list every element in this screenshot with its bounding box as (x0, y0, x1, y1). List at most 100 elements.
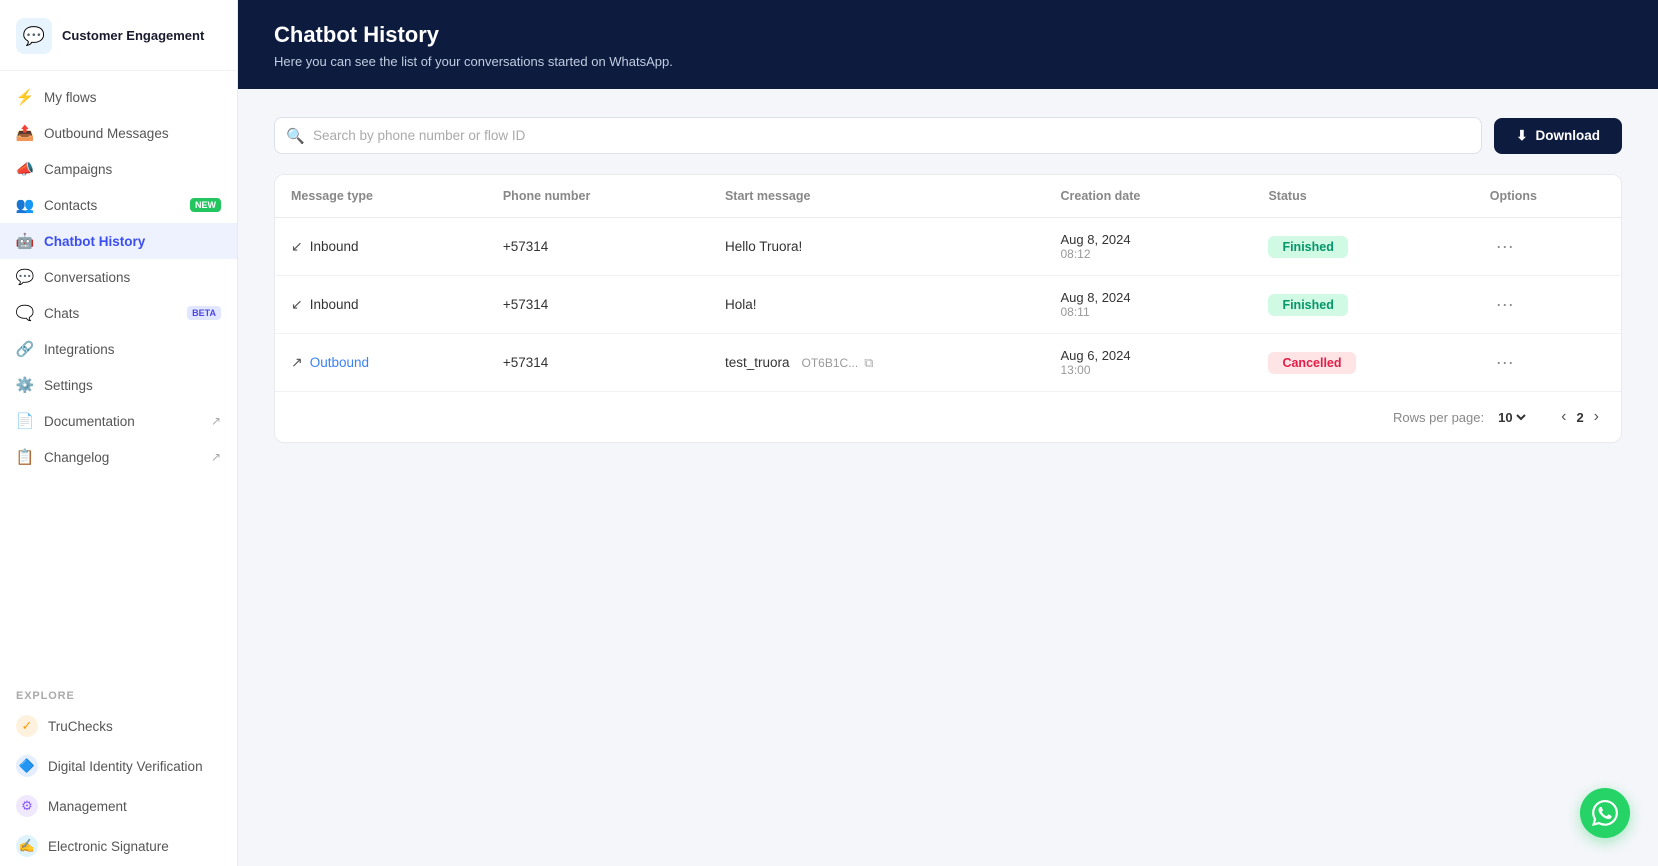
brand-name: Customer Engagement (62, 28, 204, 45)
nav-label-contacts: Contacts (44, 198, 97, 213)
current-page: 2 (1576, 410, 1583, 425)
page-navigation: ‹ 2 › (1555, 406, 1605, 428)
explore-item-truchecks[interactable]: ✓ TruChecks (0, 706, 237, 746)
data-table: Message typePhone numberStart messageCre… (275, 175, 1621, 391)
search-icon: 🔍 (286, 127, 305, 145)
cell-start-message-0: Hello Truora! (709, 218, 1045, 276)
sidebar-item-settings[interactable]: ⚙️ Settings (0, 367, 237, 403)
sidebar-item-documentation[interactable]: 📄 Documentation ↗ (0, 403, 237, 439)
date-value: Aug 6, 2024 (1061, 348, 1237, 363)
cell-status-1: Finished (1252, 276, 1473, 334)
message-type-label: Inbound (310, 239, 359, 254)
nav-icon-my-flows: ⚡ (16, 88, 34, 106)
truncated-id: OT6B1C... (802, 356, 859, 370)
main-content: Chatbot History Here you can see the lis… (238, 0, 1658, 866)
nav-label-settings: Settings (44, 378, 93, 393)
sidebar-nav: ⚡ My flows 📤 Outbound Messages 📣 Campaig… (0, 71, 237, 680)
cell-start-message-2: test_truoraOT6B1C...⧉ (709, 334, 1045, 392)
brand[interactable]: 💬 Customer Engagement (0, 0, 237, 71)
col-header-message-type: Message type (275, 175, 487, 218)
nav-icon-conversations: 💬 (16, 268, 34, 286)
status-badge: Finished (1268, 236, 1347, 258)
sidebar-item-chatbot-history[interactable]: 🤖 Chatbot History (0, 223, 237, 259)
nav-icon-chats: 🗨️ (16, 304, 34, 322)
sidebar-item-conversations[interactable]: 💬 Conversations (0, 259, 237, 295)
col-header-options: Options (1474, 175, 1621, 218)
cell-status-0: Finished (1252, 218, 1473, 276)
status-badge: Cancelled (1268, 352, 1355, 374)
explore-item-management[interactable]: ⚙ Management (0, 786, 237, 826)
explore-item-electronic-signature[interactable]: ✍ Electronic Signature (0, 826, 237, 866)
sidebar-item-integrations[interactable]: 🔗 Integrations (0, 331, 237, 367)
nav-label-chats: Chats (44, 306, 79, 321)
cell-phone-1: +57314 (487, 276, 709, 334)
outbound-link[interactable]: Outbound (310, 355, 369, 370)
sidebar-item-my-flows[interactable]: ⚡ My flows (0, 79, 237, 115)
sidebar-item-campaigns[interactable]: 📣 Campaigns (0, 151, 237, 187)
whatsapp-fab[interactable] (1580, 788, 1630, 838)
explore-label-electronic-signature: Electronic Signature (48, 839, 169, 854)
inbound-icon: ↙ (291, 238, 303, 255)
options-button-0[interactable]: ··· (1490, 234, 1520, 259)
time-value: 13:00 (1061, 363, 1237, 377)
brand-icon: 💬 (16, 18, 52, 54)
time-value: 08:12 (1061, 247, 1237, 261)
table-header-row: Message typePhone numberStart messageCre… (275, 175, 1621, 218)
table-body: ↙Inbound+57314Hello Truora!Aug 8, 202408… (275, 218, 1621, 392)
inbound-icon: ↙ (291, 296, 303, 313)
external-icon: ↗ (211, 414, 221, 428)
sidebar-item-changelog[interactable]: 📋 Changelog ↗ (0, 439, 237, 475)
rows-per-page-select[interactable]: 10 25 50 (1494, 409, 1529, 426)
download-icon: ⬇ (1516, 128, 1527, 144)
message-type-label: Inbound (310, 297, 359, 312)
col-header-status: Status (1252, 175, 1473, 218)
download-button[interactable]: ⬇ Download (1494, 118, 1622, 154)
sidebar-item-chats[interactable]: 🗨️ Chats BETA (0, 295, 237, 331)
date-value: Aug 8, 2024 (1061, 232, 1237, 247)
time-value: 08:11 (1061, 305, 1237, 319)
nav-label-my-flows: My flows (44, 90, 97, 105)
prev-page-button[interactable]: ‹ (1555, 406, 1572, 428)
nav-icon-contacts: 👥 (16, 196, 34, 214)
whatsapp-icon (1592, 800, 1618, 826)
next-page-button[interactable]: › (1588, 406, 1605, 428)
copy-icon[interactable]: ⧉ (864, 355, 873, 371)
cell-date-0: Aug 8, 202408:12 (1045, 218, 1253, 276)
nav-icon-chatbot-history: 🤖 (16, 232, 34, 250)
col-header-creation-date: Creation date (1045, 175, 1253, 218)
nav-icon-campaigns: 📣 (16, 160, 34, 178)
nav-label-integrations: Integrations (44, 342, 115, 357)
sidebar-item-contacts[interactable]: 👥 Contacts NEW (0, 187, 237, 223)
nav-label-campaigns: Campaigns (44, 162, 112, 177)
options-button-2[interactable]: ··· (1490, 350, 1520, 375)
nav-label-conversations: Conversations (44, 270, 130, 285)
nav-label-documentation: Documentation (44, 414, 135, 429)
page-title: Chatbot History (274, 22, 1622, 48)
explore-label-digital-identity: Digital Identity Verification (48, 759, 203, 774)
explore-icon-digital-identity: 🔷 (16, 755, 38, 777)
search-input[interactable] (274, 117, 1482, 154)
cell-start-message-1: Hola! (709, 276, 1045, 334)
content-area: 🔍 ⬇ Download Message typePhone numberSta… (238, 89, 1658, 866)
explore-icon-management: ⚙ (16, 795, 38, 817)
badge-beta: BETA (187, 306, 221, 320)
cell-date-2: Aug 6, 202413:00 (1045, 334, 1253, 392)
cell-status-2: Cancelled (1252, 334, 1473, 392)
sidebar-item-outbound-messages[interactable]: 📤 Outbound Messages (0, 115, 237, 151)
nav-label-changelog: Changelog (44, 450, 109, 465)
start-message-text: Hola! (725, 297, 757, 312)
options-button-1[interactable]: ··· (1490, 292, 1520, 317)
col-header-phone-number: Phone number (487, 175, 709, 218)
explore-label-truchecks: TruChecks (48, 719, 113, 734)
cell-message-type-2: ↗Outbound (275, 334, 487, 392)
cell-phone-2: +57314 (487, 334, 709, 392)
date-value: Aug 8, 2024 (1061, 290, 1237, 305)
nav-icon-settings: ⚙️ (16, 376, 34, 394)
explore-icon-truchecks: ✓ (16, 715, 38, 737)
badge-new: NEW (190, 198, 221, 212)
table-row: ↙ Inbound +57314 Hola! Aug 8, 202408:11 Finis… (275, 276, 1621, 334)
explore-item-digital-identity[interactable]: 🔷 Digital Identity Verification (0, 746, 237, 786)
cell-message-type-1: ↙ Inbound (275, 276, 487, 334)
external-icon: ↗ (211, 450, 221, 464)
toolbar: 🔍 ⬇ Download (274, 117, 1622, 154)
